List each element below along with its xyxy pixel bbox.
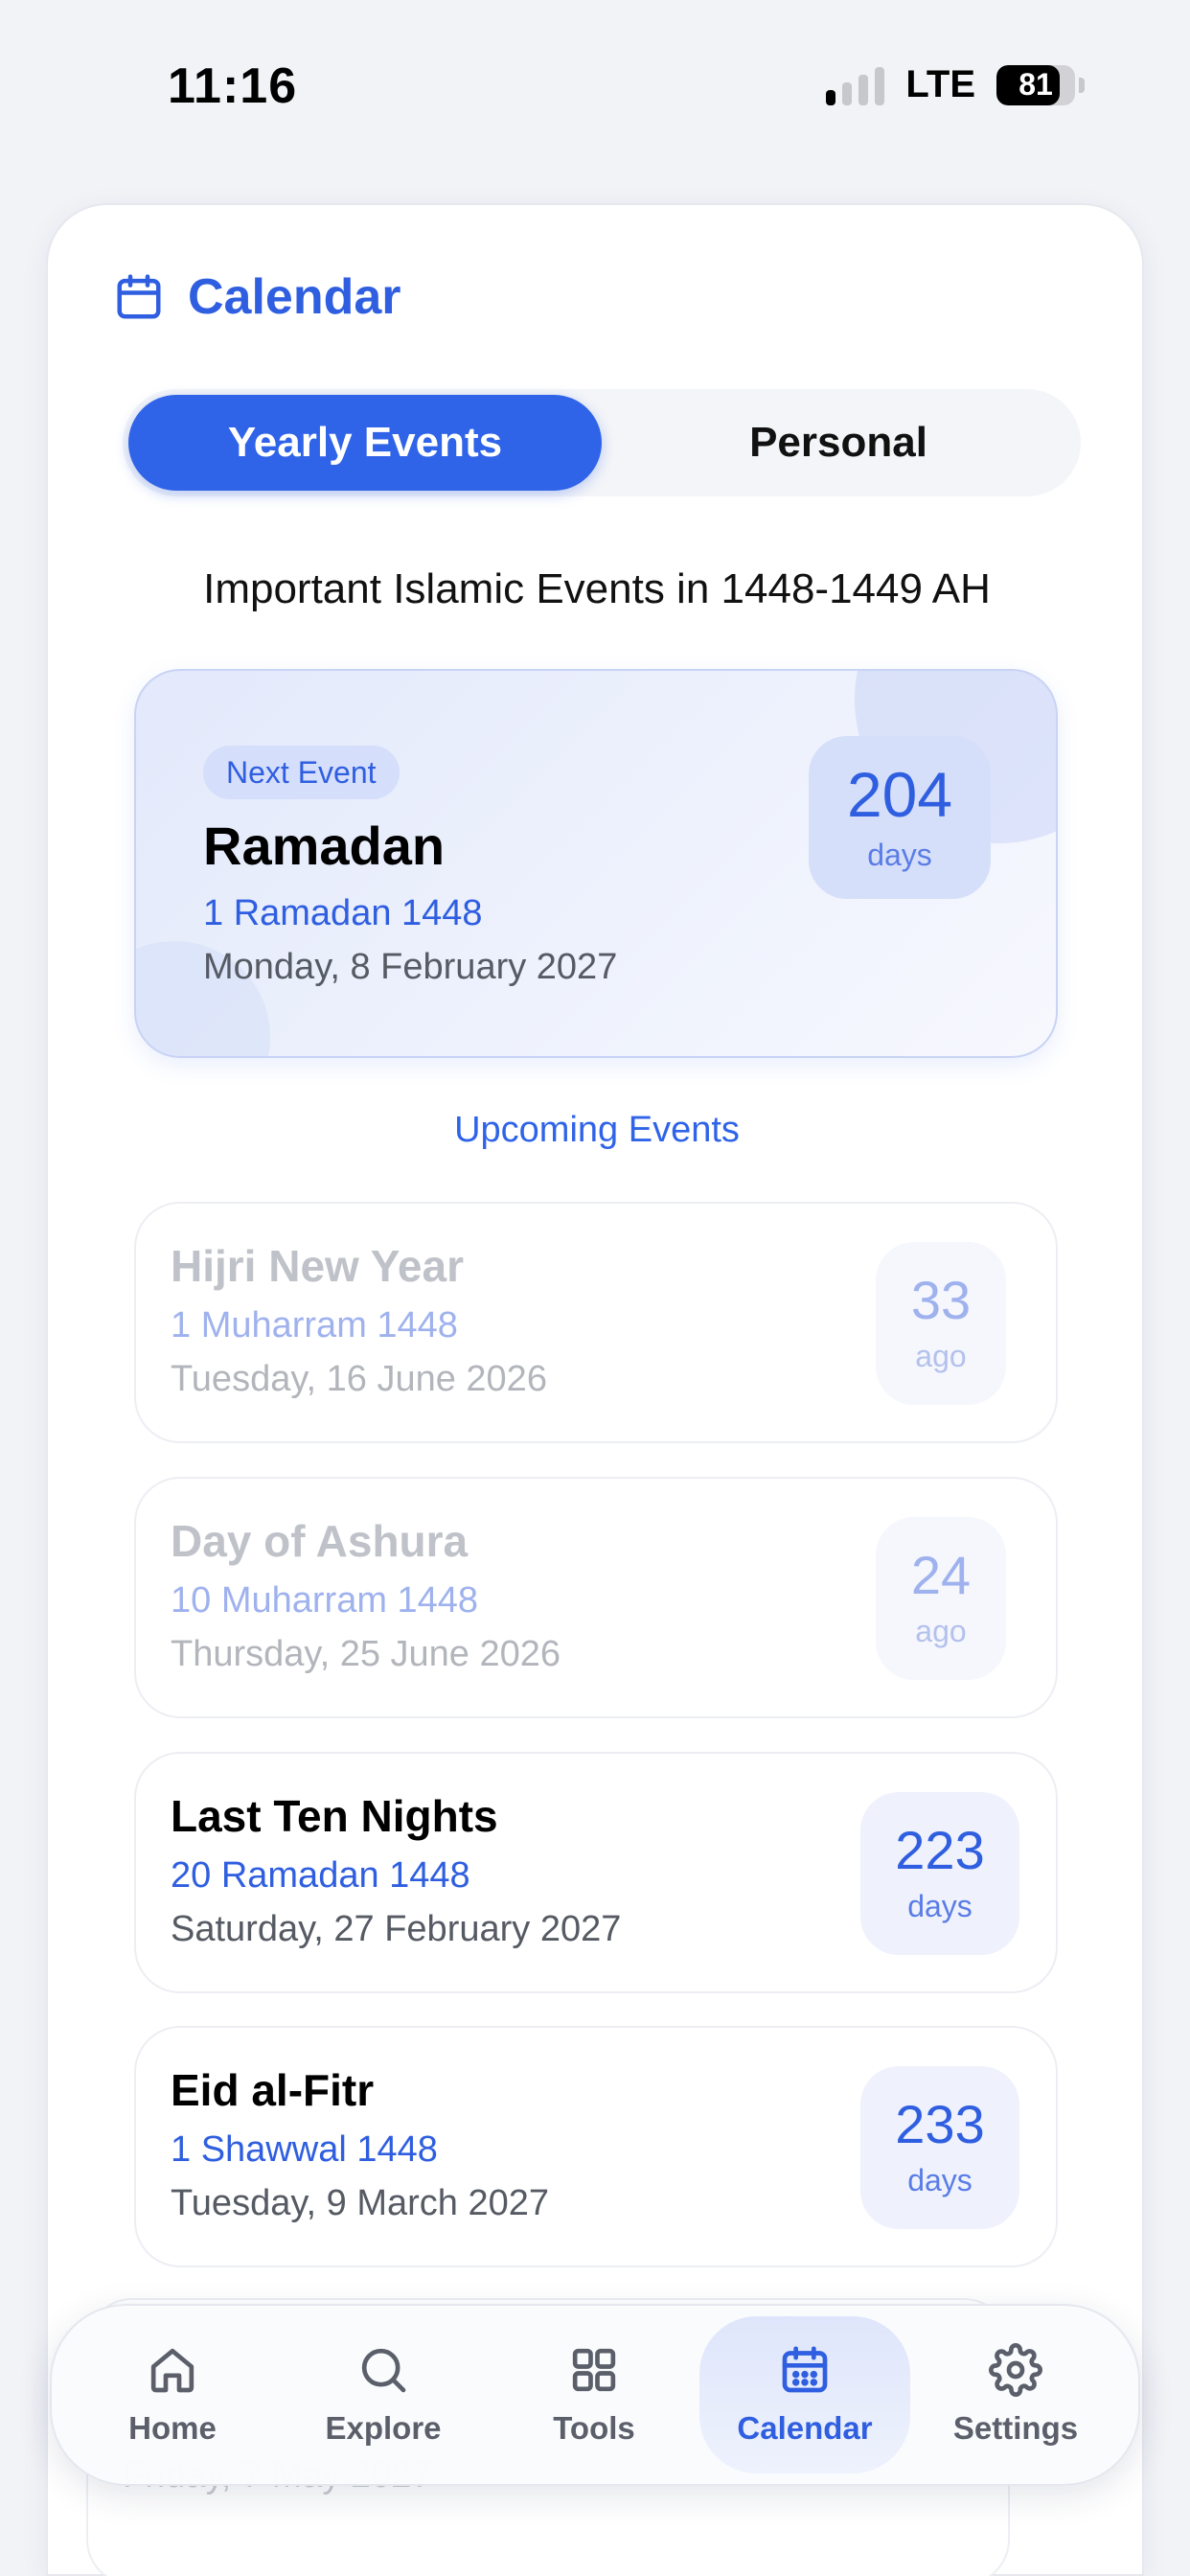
countdown-number: 33 (910, 1269, 972, 1330)
battery-tip (1079, 77, 1085, 93)
network-type: LTE (905, 63, 975, 105)
page-title: Calendar (188, 269, 401, 325)
yearly-events-tab[interactable]: Yearly Events (128, 395, 602, 491)
event-name: Ramadan (203, 816, 446, 876)
status-time: 11:16 (168, 58, 298, 114)
home-icon (150, 2348, 195, 2393)
countdown-unit: days (867, 837, 932, 872)
event-card-last-ten-nights[interactable]: Last Ten Nights 20 Ramadan 1448 Saturday… (134, 1752, 1058, 1993)
countdown-unit: ago (915, 1338, 967, 1373)
tab-explore[interactable]: Explore (278, 2316, 489, 2473)
calendar-icon (117, 274, 161, 319)
personal-tab[interactable]: Personal (602, 395, 1075, 491)
next-event-card[interactable]: Next Event Ramadan 1 Ramadan 1448 Monday… (134, 669, 1058, 1058)
grid-icon (572, 2348, 616, 2392)
countdown-number: 204 (846, 758, 953, 830)
tab-tools[interactable]: Tools (489, 2316, 699, 2473)
status-indicators: LTE 81 (826, 63, 1085, 106)
countdown-unit: days (907, 1888, 973, 1923)
events-segmented-control: Yearly Events Personal (123, 389, 1081, 496)
countdown-number: 233 (895, 2093, 985, 2154)
event-gregorian-date: Tuesday, 9 March 2027 (171, 2183, 549, 2223)
countdown-box: 233 days (860, 2066, 1019, 2229)
event-gregorian-date: Thursday, 25 June 2026 (171, 1634, 561, 1674)
event-name: Day of Ashura (171, 1516, 469, 1566)
countdown-number: 223 (895, 1819, 985, 1880)
countdown-box: 33 ago (876, 1242, 1006, 1405)
page-header: Calendar (113, 268, 401, 326)
event-card-day-of-ashura[interactable]: Day of Ashura 10 Muharram 1448 Thursday,… (134, 1477, 1058, 1718)
tab-calendar[interactable]: Calendar (699, 2316, 910, 2473)
event-gregorian-date: Monday, 8 February 2027 (203, 947, 618, 987)
event-hijri-date: 1 Muharram 1448 (171, 1305, 458, 1346)
tab-label: Home (128, 2410, 217, 2446)
tab-label: Calendar (737, 2410, 873, 2446)
bottom-tab-bar: Home Explore Tools Calendar Settings (50, 2304, 1140, 2486)
event-gregorian-date: Tuesday, 16 June 2026 (171, 1359, 547, 1399)
next-event-badge: Next Event (203, 746, 400, 799)
tab-label: Tools (553, 2410, 635, 2446)
countdown-number: 24 (910, 1544, 972, 1605)
search-icon (361, 2348, 406, 2393)
event-name: Last Ten Nights (171, 1791, 498, 1841)
tab-settings[interactable]: Settings (910, 2316, 1121, 2473)
event-card-eid-al-fitr[interactable]: Eid al-Fitr 1 Shawwal 1448 Tuesday, 9 Ma… (134, 2026, 1058, 2267)
event-name: Hijri New Year (171, 1241, 464, 1291)
calendar-panel: Calendar Yearly Events Personal Importan… (46, 203, 1144, 2576)
events-subtitle: Important Islamic Events in 1448-1449 AH (203, 565, 991, 612)
event-hijri-date: 10 Muharram 1448 (171, 1580, 479, 1621)
event-hijri-date: 20 Ramadan 1448 (171, 1855, 470, 1896)
battery-icon: 81 (996, 64, 1075, 105)
tab-label: Settings (952, 2410, 1079, 2446)
event-gregorian-date: Saturday, 27 February 2027 (171, 1909, 622, 1949)
countdown-unit: days (907, 2162, 973, 2197)
event-hijri-date: 1 Ramadan 1448 (203, 893, 483, 933)
signal-icon (826, 65, 885, 105)
upcoming-events-link[interactable]: Upcoming Events (48, 1110, 1146, 1151)
event-name: Eid al-Fitr (171, 2065, 375, 2115)
countdown-box: 24 ago (876, 1517, 1006, 1680)
gear-icon (989, 2343, 1042, 2397)
battery-percent: 81 (1018, 67, 1053, 102)
countdown-box: 223 days (860, 1792, 1019, 1955)
tab-label: Explore (325, 2410, 442, 2446)
countdown-unit: ago (915, 1613, 967, 1648)
countdown-box: 204 days (809, 736, 991, 899)
calendar-icon (782, 2346, 828, 2393)
event-hijri-date: 1 Shawwal 1448 (171, 2129, 438, 2170)
event-card-hijri-new-year[interactable]: Hijri New Year 1 Muharram 1448 Tuesday, … (134, 1202, 1058, 1443)
tab-home[interactable]: Home (67, 2316, 278, 2473)
status-bar: 11:16 LTE 81 (0, 0, 1190, 172)
